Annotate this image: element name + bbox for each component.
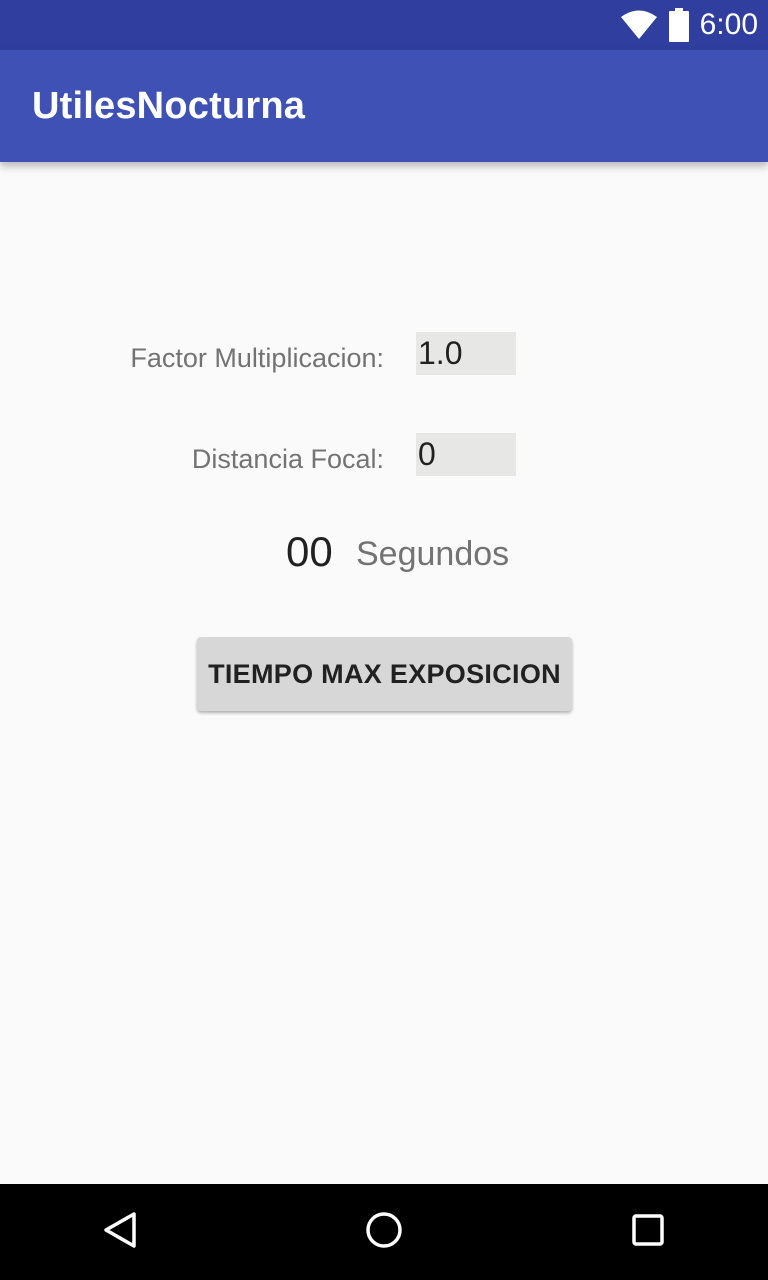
max-exposure-button[interactable]: TIEMPO MAX EXPOSICION	[197, 637, 572, 711]
factor-label: Factor Multiplicacion:	[130, 343, 384, 373]
screen: 6:00 UtilesNocturna Factor Multiplicacio…	[0, 0, 768, 1280]
back-button[interactable]	[72, 1184, 168, 1280]
factor-input[interactable]: 1.0	[416, 332, 516, 375]
status-bar: 6:00	[0, 0, 768, 50]
app-bar: UtilesNocturna	[0, 50, 768, 162]
battery-icon	[668, 8, 690, 42]
wifi-icon	[620, 10, 658, 40]
back-icon	[100, 1210, 140, 1255]
home-icon	[364, 1210, 404, 1255]
main-content: Factor Multiplicacion: 1.0 Distancia Foc…	[0, 162, 768, 1184]
focal-length-label: Distancia Focal:	[191, 444, 384, 474]
result-value: 00	[286, 528, 333, 575]
app-title: UtilesNocturna	[32, 85, 306, 127]
result-unit: Segundos	[356, 535, 510, 573]
recents-button[interactable]	[600, 1184, 696, 1280]
navigation-bar	[0, 1184, 768, 1280]
focal-length-input[interactable]: 0	[416, 433, 516, 476]
home-button[interactable]	[336, 1184, 432, 1280]
status-time: 6:00	[699, 8, 758, 41]
status-icons: 6:00	[620, 0, 758, 50]
recents-icon	[630, 1212, 666, 1253]
